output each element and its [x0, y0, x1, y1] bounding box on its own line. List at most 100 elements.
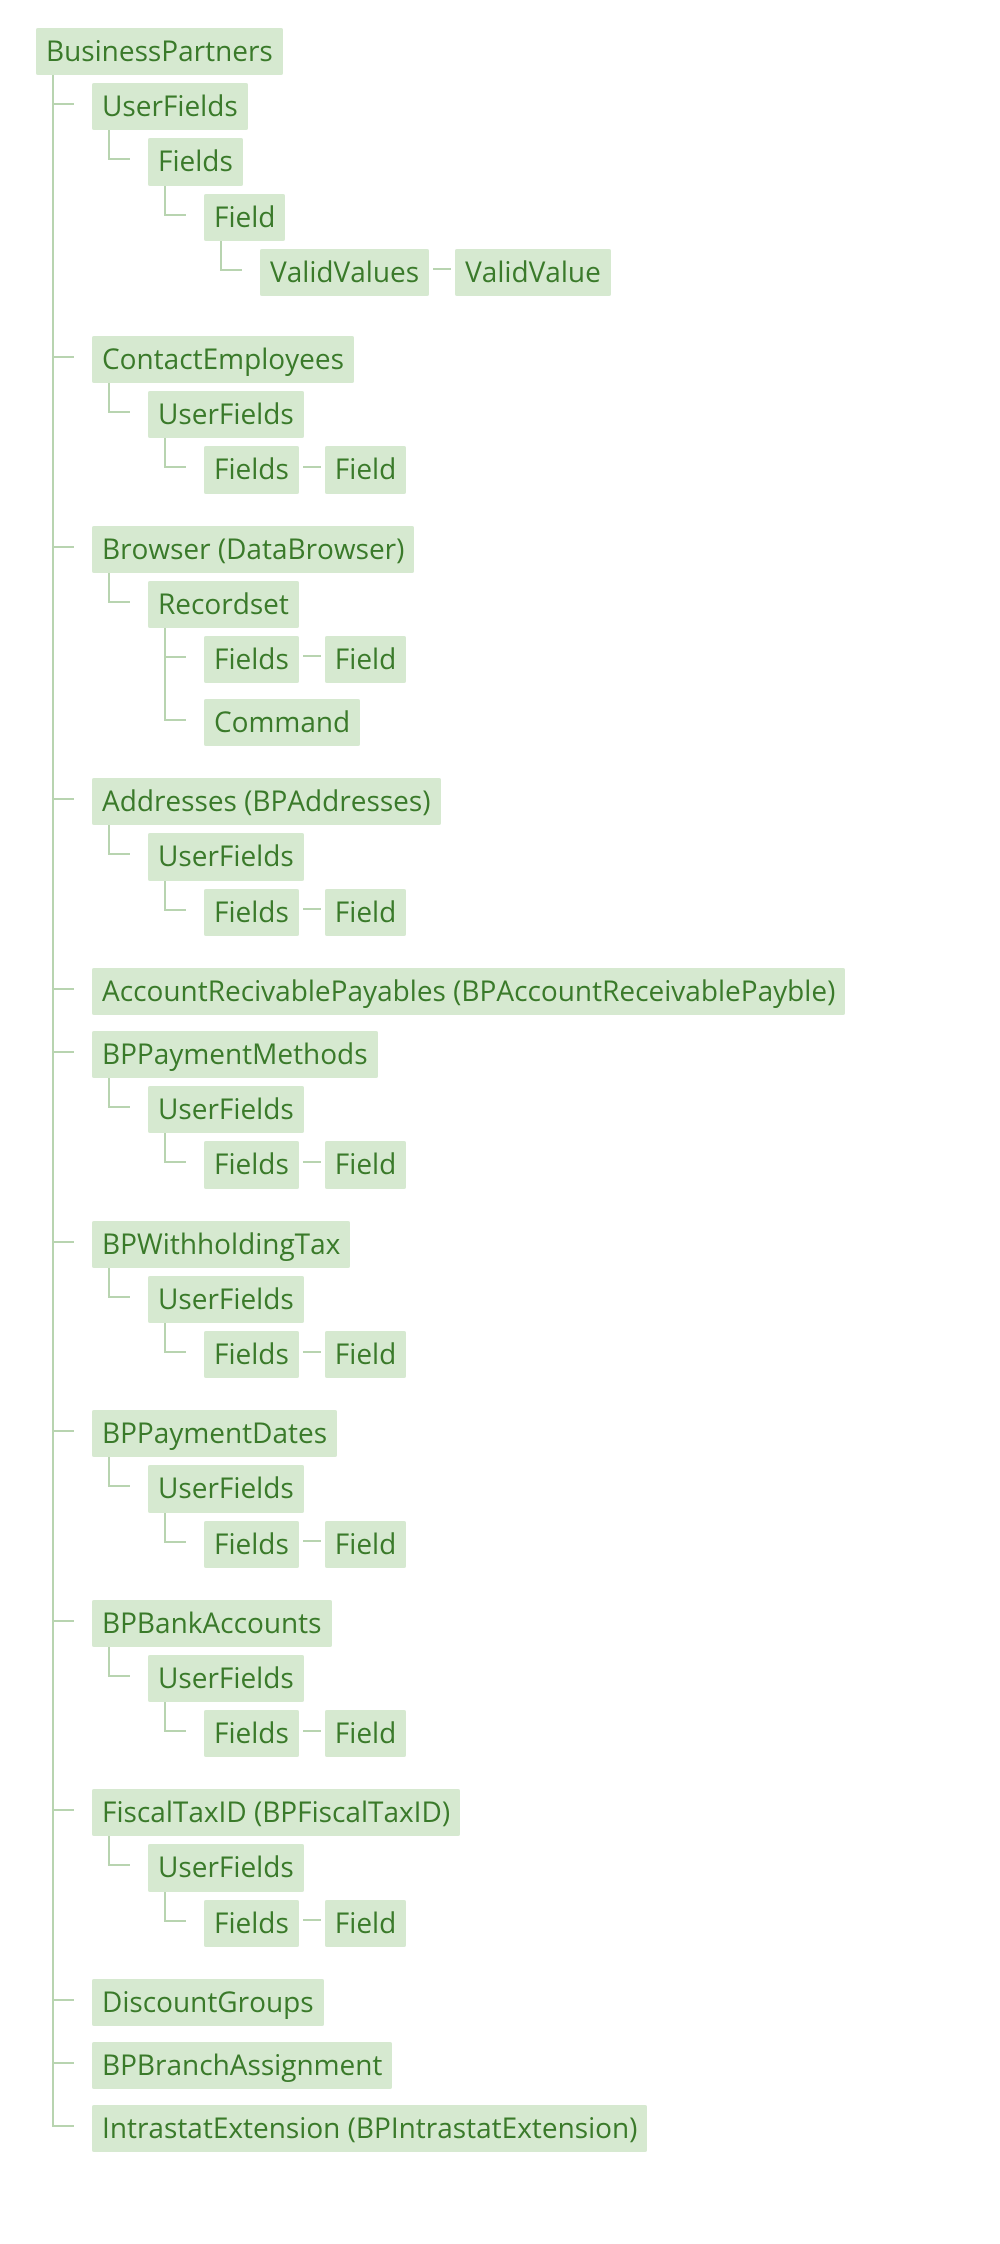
- tree-children: Fields Field ValidValues ValidValue: [92, 130, 980, 320]
- tree-node-discountgroups[interactable]: DiscountGroups: [92, 1979, 324, 2026]
- tree-item-userfields: UserFieldsFieldsFieldValidValuesValidVal…: [76, 75, 980, 328]
- tree-children: Fields Field: [148, 1513, 980, 1576]
- tree-children: Fields Field: [148, 1323, 980, 1386]
- inline-child: Field: [303, 1521, 406, 1568]
- tree-item-bpbranchassignment: BPBranchAssignment: [76, 2034, 980, 2097]
- tree-node-bppaymentmethods[interactable]: BPPaymentMethods: [92, 1031, 378, 1078]
- tree-node-field[interactable]: Field: [325, 1710, 406, 1757]
- tree-children: Fields Field: [148, 1133, 980, 1196]
- tree-node-fields[interactable]: Fields: [204, 889, 299, 936]
- tree-root: BusinessPartnersUserFieldsFieldsFieldVal…: [20, 20, 980, 2168]
- tree-node-validvalue[interactable]: ValidValue: [455, 249, 611, 296]
- inline-child: Field: [303, 446, 406, 493]
- tree-item-fields: Fields Field: [188, 1892, 980, 1955]
- tree-item-bppaymentmethods: BPPaymentMethods UserFields Fields Field: [76, 1023, 980, 1213]
- tree-item-userfields: UserFields Fields Field: [132, 1078, 980, 1204]
- tree-node-bpwithholdingtax[interactable]: BPWithholdingTax: [92, 1221, 350, 1268]
- tree-item-fields: Fields Field: [188, 881, 980, 944]
- tree-children: UserFields Fields Field: [92, 1268, 980, 1394]
- tree-node-field[interactable]: Field: [325, 1331, 406, 1378]
- tree-item-field: Field ValidValues ValidValue: [188, 186, 980, 312]
- inline-child: ValidValue: [433, 249, 611, 296]
- tree-node-fields[interactable]: Fields: [204, 1900, 299, 1947]
- inline-child: Field: [303, 1900, 406, 1947]
- tree-children: Fields Field: [148, 438, 980, 501]
- tree-item-validvalues: ValidValues ValidValue: [244, 241, 980, 304]
- tree-node-userfields[interactable]: UserFields: [148, 1276, 304, 1323]
- tree-node-accountrecivablepayables-bpaccountreceivablepayble[interactable]: AccountRecivablePayables (BPAccountRecei…: [92, 968, 845, 1015]
- tree-item-intrastatextension-bpintrastatextension: IntrastatExtension (BPIntrastatExtension…: [76, 2097, 980, 2160]
- tree-node-fields[interactable]: Fields: [204, 1710, 299, 1757]
- tree-item-fields: Fields Field: [188, 1702, 980, 1765]
- tree-children: Fields Field: [148, 881, 980, 944]
- tree-node-fiscaltaxid-bpfiscaltaxid[interactable]: FiscalTaxID (BPFiscalTaxID): [92, 1789, 460, 1836]
- tree-item-bppaymentdates: BPPaymentDates UserFields Fields Field: [76, 1402, 980, 1592]
- inline-child: Field: [303, 889, 406, 936]
- tree-node-recordset[interactable]: Recordset: [148, 581, 299, 628]
- tree-item-browser-databrowser: Browser (DataBrowser)RecordsetFieldsFiel…: [76, 518, 980, 771]
- tree-node-fields[interactable]: Fields: [204, 636, 299, 683]
- tree-item-fields: Fields Field: [188, 1133, 980, 1196]
- tree-node-userfields[interactable]: UserFields: [148, 833, 304, 880]
- tree-node-userfields[interactable]: UserFields: [148, 1086, 304, 1133]
- inline-child: Field: [303, 1141, 406, 1188]
- tree-node-fields[interactable]: Fields: [204, 1141, 299, 1188]
- tree-item-bpwithholdingtax: BPWithholdingTax UserFields Fields Field: [76, 1213, 980, 1403]
- tree-node-addresses-bpaddresses[interactable]: Addresses (BPAddresses): [92, 778, 441, 825]
- tree-node-fields[interactable]: Fields: [204, 1521, 299, 1568]
- tree-item-command: Command: [188, 691, 980, 754]
- tree-item-bpbankaccounts: BPBankAccounts UserFields Fields Field: [76, 1592, 980, 1782]
- tree-item-fields: Fields Field: [188, 628, 980, 691]
- tree-node-contactemployees[interactable]: ContactEmployees: [92, 336, 354, 383]
- tree-node-userfields[interactable]: UserFields: [148, 1465, 304, 1512]
- tree-item-fiscaltaxid-bpfiscaltaxid: FiscalTaxID (BPFiscalTaxID)UserFieldsFie…: [76, 1781, 980, 1971]
- tree-item-fields: Fields Field ValidValues ValidValue: [132, 130, 980, 320]
- tree-item-fields: Fields Field: [188, 1323, 980, 1386]
- tree-item-discountgroups: DiscountGroups: [76, 1971, 980, 2034]
- tree-node-field[interactable]: Field: [325, 446, 406, 493]
- tree-node-field[interactable]: Field: [325, 1141, 406, 1188]
- tree-node-fields[interactable]: Fields: [204, 1331, 299, 1378]
- tree-node-field[interactable]: Field: [325, 1900, 406, 1947]
- tree-children: ValidValues ValidValue: [204, 241, 980, 304]
- tree-node-userfields[interactable]: UserFields: [92, 83, 248, 130]
- tree-item-addresses-bpaddresses: Addresses (BPAddresses)UserFieldsFieldsF…: [76, 770, 980, 960]
- tree-node-field[interactable]: Field: [204, 194, 285, 241]
- tree-children: Fields Field: [148, 1702, 980, 1765]
- tree-item-contactemployees: ContactEmployees UserFields Fields Field: [76, 328, 980, 518]
- tree-node-bppaymentdates[interactable]: BPPaymentDates: [92, 1410, 337, 1457]
- inline-child: Field: [303, 636, 406, 683]
- tree-node-bpbankaccounts[interactable]: BPBankAccounts: [92, 1600, 332, 1647]
- inline-child: Field: [303, 1331, 406, 1378]
- tree-item-userfields: UserFields Fields Field: [132, 383, 980, 509]
- tree-children: UserFields Fields Field: [92, 1647, 980, 1773]
- tree-item-accountrecivablepayables-bpaccountreceivablepayble: AccountRecivablePayables (BPAccountRecei…: [76, 960, 980, 1023]
- tree-node-userfields[interactable]: UserFields: [148, 1844, 304, 1891]
- tree-item-userfields: UserFields Fields Field: [132, 1647, 980, 1773]
- tree-node-businesspartners[interactable]: BusinessPartners: [36, 28, 283, 75]
- tree-children: Fields Field Command: [148, 628, 980, 754]
- tree-children: UserFields Fields Field: [92, 1836, 980, 1962]
- tree-node-userfields[interactable]: UserFields: [148, 391, 304, 438]
- tree-item-fields: Fields Field: [188, 1513, 980, 1576]
- tree-node-field[interactable]: Field: [325, 1521, 406, 1568]
- tree-item-businesspartners: BusinessPartnersUserFieldsFieldsFieldVal…: [20, 20, 980, 2168]
- tree-node-userfields[interactable]: UserFields: [148, 1655, 304, 1702]
- tree-children: UserFields Fields Field: [92, 825, 980, 951]
- tree-node-field[interactable]: Field: [325, 889, 406, 936]
- tree-children: UserFields Fields Field: [92, 1457, 980, 1583]
- tree-item-fields: Fields Field: [188, 438, 980, 501]
- tree-item-userfields: UserFields Fields Field: [132, 1268, 980, 1394]
- tree-node-fields[interactable]: Fields: [204, 446, 299, 493]
- tree-node-command[interactable]: Command: [204, 699, 360, 746]
- tree-node-bpbranchassignment[interactable]: BPBranchAssignment: [92, 2042, 392, 2089]
- tree-node-intrastatextension-bpintrastatextension[interactable]: IntrastatExtension (BPIntrastatExtension…: [92, 2105, 647, 2152]
- tree-node-validvalues[interactable]: ValidValues: [260, 249, 429, 296]
- tree-node-fields[interactable]: Fields: [148, 138, 243, 185]
- tree-children: Recordset Fields Field Command: [92, 573, 980, 763]
- tree-item-recordset: Recordset Fields Field Command: [132, 573, 980, 763]
- tree-node-field[interactable]: Field: [325, 636, 406, 683]
- tree-node-browser-databrowser[interactable]: Browser (DataBrowser): [92, 526, 414, 573]
- tree-item-userfields: UserFields Fields Field: [132, 1457, 980, 1583]
- inline-child: Field: [303, 1710, 406, 1757]
